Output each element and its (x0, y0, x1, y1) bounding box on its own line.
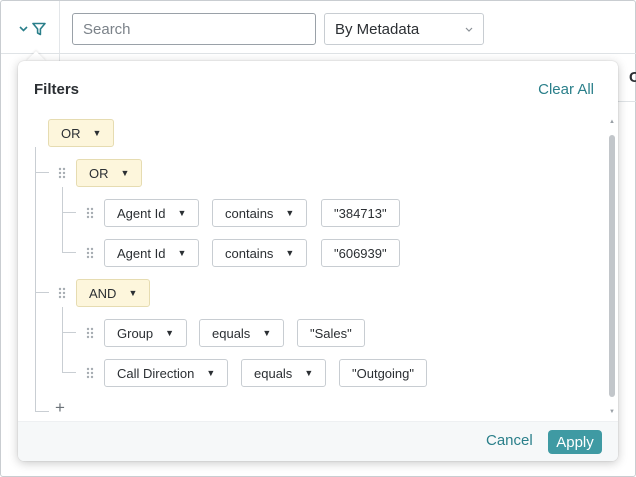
chevron-down-icon (19, 26, 28, 32)
add-condition-button[interactable]: + (55, 399, 65, 416)
clear-all-link[interactable]: Clear All (538, 81, 594, 98)
toolbar-bottom-border (1, 53, 636, 54)
cancel-button[interactable]: Cancel (486, 432, 533, 449)
root-operator-label: OR (61, 125, 81, 141)
condition-field-label: Group (117, 325, 154, 341)
panel-footer: Cancel Apply (18, 421, 618, 461)
tree-line-branch (62, 252, 76, 253)
condition-field-select[interactable]: Agent Id ▼ (104, 199, 200, 227)
scroll-down-icon[interactable]: ▼ (608, 409, 616, 415)
scrollbar-thumb[interactable] (609, 135, 615, 397)
caret-down-icon: ▼ (285, 208, 295, 218)
condition-field-select[interactable]: Agent Id ▼ (104, 239, 200, 267)
condition-value-label: "Sales" (310, 325, 352, 341)
chevron-down-icon (465, 24, 473, 35)
toolbar-divider (59, 1, 60, 61)
condition-value-field[interactable]: "606939" (321, 239, 400, 267)
condition-operator-select[interactable]: equals ▼ (199, 319, 285, 347)
tree-line-branch (62, 372, 76, 373)
tree-line-branch (62, 332, 76, 333)
condition-value-label: "Outgoing" (352, 365, 414, 381)
condition-value-field[interactable]: "Outgoing" (339, 359, 427, 387)
search-input[interactable] (72, 13, 316, 45)
condition-operator-label: equals (212, 325, 251, 341)
filter-toggle-button[interactable] (19, 17, 55, 41)
caret-down-icon: ▼ (120, 168, 130, 178)
scroll-up-icon[interactable]: ▲ (608, 119, 616, 125)
tree-line-branch (35, 292, 49, 293)
caret-down-icon: ▼ (177, 208, 187, 218)
tree-line-branch (62, 212, 76, 213)
tree-line-root (35, 147, 36, 411)
caret-down-icon: ▼ (262, 328, 272, 338)
condition-value-label: "384713" (334, 205, 387, 221)
condition-field-select[interactable]: Group ▼ (104, 319, 188, 347)
group-operator-select[interactable]: OR ▼ (76, 159, 143, 187)
metadata-select[interactable]: By Metadata (324, 13, 484, 45)
background-column-header: C (629, 69, 636, 86)
caret-down-icon: ▼ (128, 288, 138, 298)
condition-field-label: Agent Id (117, 205, 166, 221)
tree-line-branch (35, 411, 49, 412)
condition-operator-label: contains (225, 245, 274, 261)
condition-value-field[interactable]: "384713" (321, 199, 400, 227)
root-operator-select[interactable]: OR ▼ (48, 119, 115, 147)
caret-down-icon: ▼ (165, 328, 175, 338)
drag-handle-icon[interactable] (86, 327, 94, 339)
caret-down-icon: ▼ (177, 248, 187, 258)
tree-line-group (62, 187, 63, 253)
caret-down-icon: ▼ (206, 368, 216, 378)
group-operator-select[interactable]: AND ▼ (76, 279, 151, 307)
tree-line-branch (35, 172, 49, 173)
condition-operator-select[interactable]: contains ▼ (212, 199, 308, 227)
filters-panel: Filters Clear All OR ▼ OR ▼ Agent Id ▼ c… (18, 61, 618, 461)
condition-field-select[interactable]: Call Direction ▼ (104, 359, 229, 387)
condition-value-field[interactable]: "Sales" (297, 319, 365, 347)
drag-handle-icon[interactable] (86, 207, 94, 219)
metadata-select-value: By Metadata (335, 20, 420, 38)
condition-operator-select[interactable]: contains ▼ (212, 239, 308, 267)
condition-field-label: Agent Id (117, 245, 166, 261)
group-operator-label: OR (89, 165, 109, 181)
condition-value-label: "606939" (334, 245, 387, 261)
funnel-icon (32, 22, 46, 36)
drag-handle-icon[interactable] (86, 247, 94, 259)
condition-operator-label: equals (254, 365, 293, 381)
drag-handle-icon[interactable] (86, 367, 94, 379)
caret-down-icon: ▼ (304, 368, 314, 378)
scrollbar[interactable]: ▲ ▼ (608, 119, 616, 415)
caret-down-icon: ▼ (285, 248, 295, 258)
group-operator-label: AND (89, 285, 117, 301)
panel-title: Filters (34, 81, 80, 98)
apply-button[interactable]: Apply (548, 430, 602, 454)
condition-operator-label: contains (225, 205, 274, 221)
app-frame: By Metadata C Filters Clear All OR ▼ (0, 0, 636, 477)
caret-down-icon: ▼ (92, 128, 102, 138)
tree-line-group (62, 307, 63, 373)
condition-field-label: Call Direction (117, 365, 195, 381)
drag-handle-icon[interactable] (58, 287, 66, 299)
drag-handle-icon[interactable] (58, 167, 66, 179)
condition-operator-select[interactable]: equals ▼ (241, 359, 327, 387)
